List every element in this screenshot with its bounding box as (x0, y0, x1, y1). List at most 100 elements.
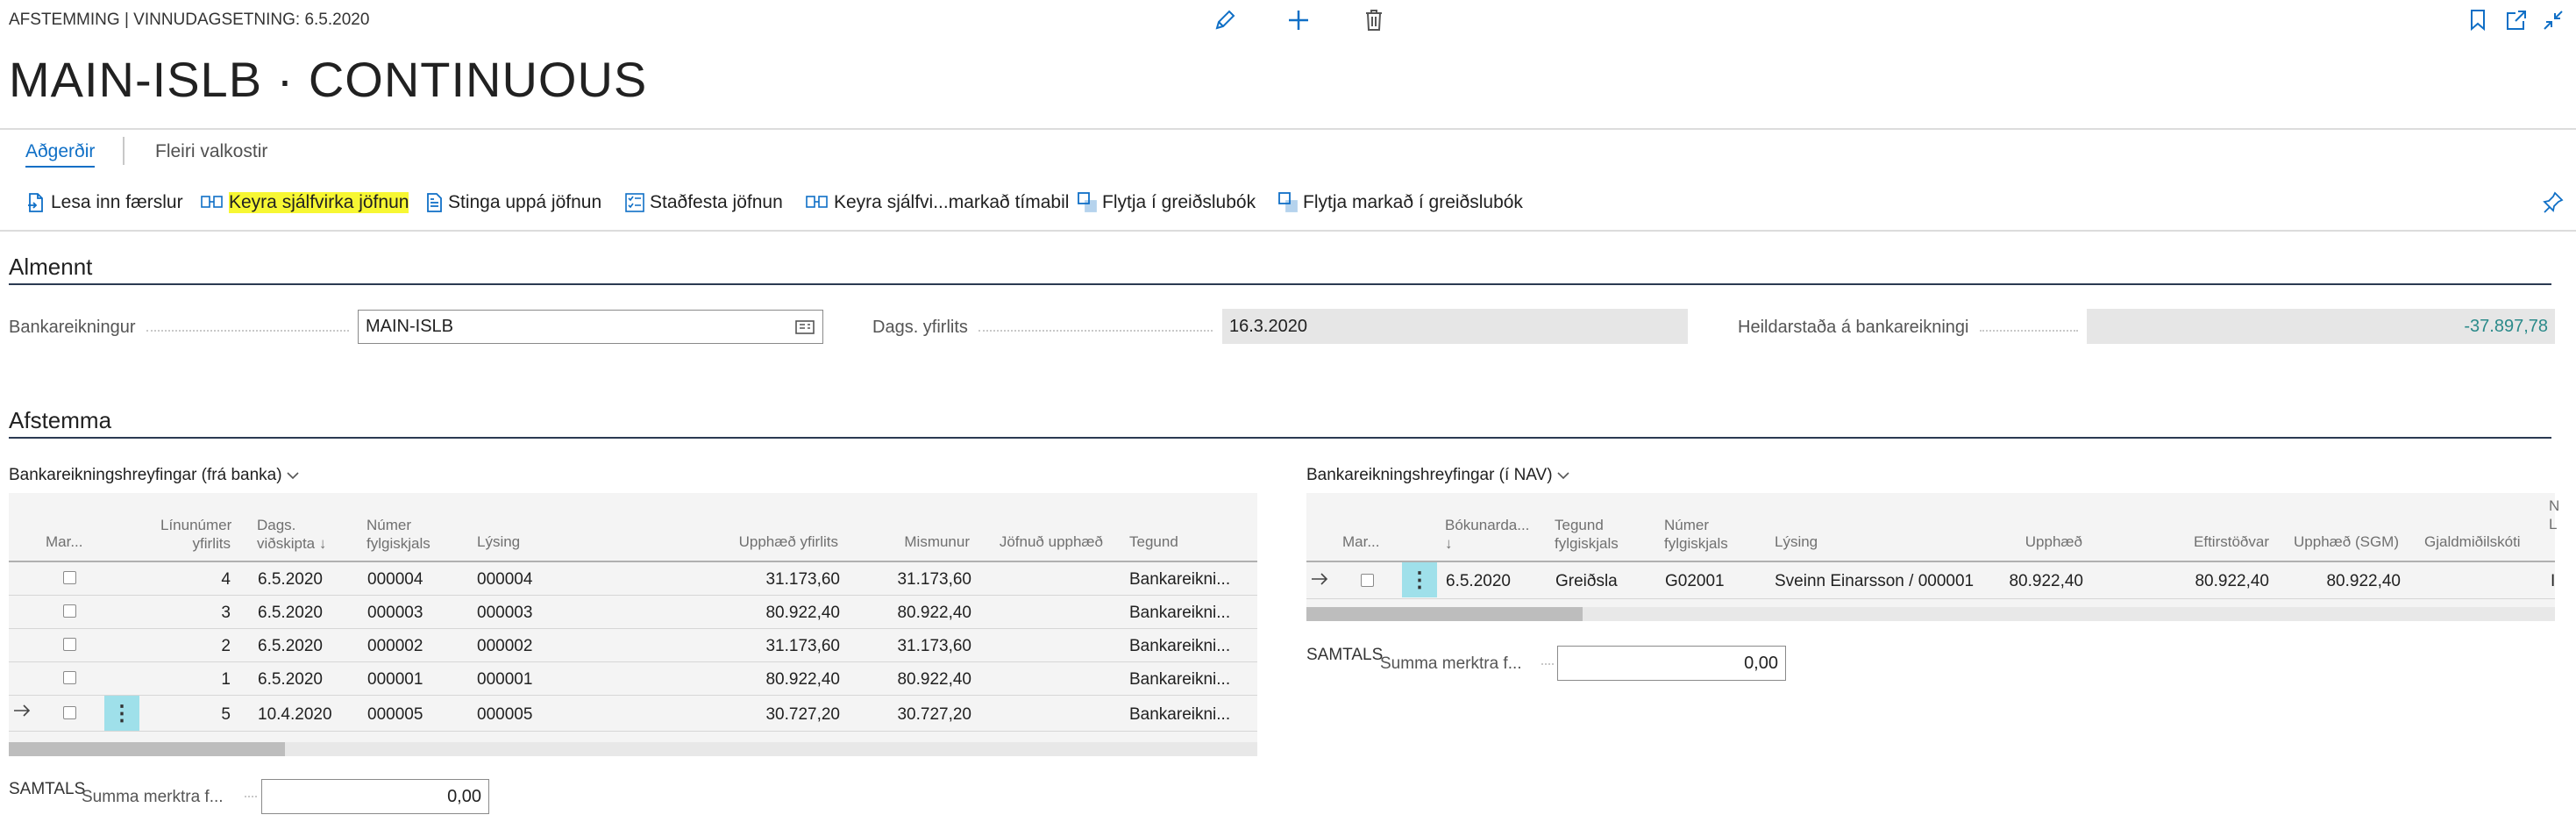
dots (1541, 663, 1554, 665)
col-header-currency[interactable]: Gjaldmiðilskóti (2424, 533, 2521, 551)
col-header-amount-lcy[interactable]: Upphæð (SGM) (2280, 533, 2399, 551)
tab-more-options[interactable]: Fleiri valkostir (155, 141, 267, 162)
transfer-to-journal-button[interactable]: Flytja í greiðslubók (1078, 192, 1256, 213)
col-header-mark[interactable]: Mar... (46, 533, 83, 551)
cell-line: 4 (221, 570, 231, 589)
left-grid-title[interactable]: Bankareikningshreyfingar (frá banka) (9, 466, 300, 485)
cell-diff: 80.922,40 (897, 604, 971, 622)
transfer-icon (1078, 192, 1097, 213)
cell-date: 6.5.2020 (258, 570, 323, 589)
new-icon[interactable] (1287, 9, 1310, 32)
cell-amount: 80.922,40 (765, 604, 840, 622)
row-checkbox[interactable] (63, 604, 76, 618)
right-grid (1306, 493, 2555, 621)
cell-date: 6.5.2020 (258, 604, 323, 622)
pin-icon[interactable] (2543, 191, 2564, 214)
collapse-icon[interactable] (2542, 9, 2565, 32)
col-header-applied[interactable]: Jöfnuð upphæð (991, 533, 1103, 551)
import-icon (26, 192, 46, 213)
col-header-desc[interactable]: Lýsing (477, 533, 520, 551)
cell-date: 6.5.2020 (258, 637, 323, 655)
col-header-posting-date[interactable]: Bókunarda... ↓ (1445, 516, 1529, 553)
transfer-marked-to-journal-button[interactable]: Flytja markað í greiðslubók (1278, 192, 1523, 213)
import-entries-button[interactable]: Lesa inn færslur (26, 192, 183, 213)
cell-doc-type: Greiðsla (1555, 572, 1618, 590)
page-caption: AFSTEMMING | VINNUDAGSETNING: 6.5.2020 (9, 11, 370, 29)
col-header-line[interactable]: Línunúmer yfirlits (160, 516, 231, 553)
lookup-icon[interactable] (794, 319, 815, 335)
cell-date: 10.4.2020 (258, 705, 332, 724)
cell-line: 5 (221, 705, 231, 724)
scrollbar-thumb[interactable] (1306, 607, 1583, 621)
col-header-type[interactable]: Tegund (1129, 533, 1178, 551)
run-auto-match-button[interactable]: Keyra sjálfvirka jöfnun (201, 192, 409, 213)
row-checkbox[interactable] (63, 638, 76, 651)
tab-actions[interactable]: Aðgerðir (25, 141, 96, 168)
col-header-extra[interactable]: NL (2549, 497, 2559, 533)
col-header-date[interactable]: Dags. viðskipta ↓ (257, 516, 326, 553)
scrollbar-thumb[interactable] (9, 742, 285, 756)
cell-doc: 000005 (367, 705, 423, 724)
bank-account-value: MAIN-ISLB (366, 317, 454, 336)
divider (0, 230, 2576, 232)
cell-posting-date: 6.5.2020 (1446, 572, 1511, 590)
cell-doc: 000004 (367, 570, 423, 589)
cell-desc: 000003 (477, 604, 533, 622)
match-icon (201, 195, 224, 211)
balance-field[interactable]: -37.897,78 (2087, 309, 2555, 344)
cell-doc: 000002 (367, 637, 423, 655)
tab-separator (123, 137, 125, 165)
cell-amount: 31.173,60 (765, 570, 840, 589)
cell-type: Bankareikni... (1129, 570, 1231, 589)
row-arrow-icon (1310, 572, 1329, 586)
bookmark-icon[interactable] (2469, 9, 2487, 32)
left-total-label: SAMTALS (9, 780, 86, 798)
row-checkbox[interactable] (63, 706, 76, 719)
run-auto-match-label: Keyra sjálfvirka jöfnun (229, 192, 409, 213)
col-header-doc-type[interactable]: Tegund fylgiskjals (1555, 516, 1619, 553)
suggest-match-button[interactable]: Stinga uppá jöfnun (425, 192, 601, 213)
checklist-icon (625, 193, 644, 212)
cell-diff: 31.173,60 (897, 637, 971, 655)
confirm-match-button[interactable]: Staðfesta jöfnun (625, 192, 783, 213)
col-header-remaining[interactable]: Eftirstöðvar (2166, 533, 2269, 551)
general-heading: Almennt (9, 254, 93, 280)
col-header-doc-no[interactable]: Númer fylgiskjals (1664, 516, 1728, 553)
cell-type: Bankareikni... (1129, 604, 1231, 622)
reconcile-heading: Afstemma (9, 407, 112, 433)
edit-icon[interactable] (1213, 9, 1236, 32)
col-header-desc[interactable]: Lýsing (1775, 533, 1818, 551)
cell-doc-no: G02001 (1665, 572, 1725, 590)
row-checkbox[interactable] (1361, 574, 1374, 587)
col-header-diff[interactable]: Mismunur (877, 533, 970, 551)
col-header-doc[interactable]: Númer fylgiskjals (366, 516, 431, 553)
run-auto-match-period-button[interactable]: Keyra sjálfvi...markað tímabil (806, 192, 1069, 213)
open-new-window-icon[interactable] (2505, 9, 2528, 32)
col-header-amount[interactable]: Upphæð yfirlits (684, 533, 838, 551)
row-actions-icon[interactable]: ⋮ (1402, 562, 1437, 597)
col-header-mark[interactable]: Mar... (1342, 533, 1380, 551)
right-grid-title[interactable]: Bankareikningshreyfingar (í NAV) (1306, 466, 1570, 485)
cell-date: 6.5.2020 (258, 670, 323, 689)
suggest-match-label: Stinga uppá jöfnun (448, 192, 602, 212)
row-divider (9, 628, 1257, 629)
col-header-amount[interactable]: Upphæð (2008, 533, 2082, 551)
divider (0, 128, 2576, 130)
cell-type: Bankareikni... (1129, 637, 1231, 655)
row-actions-icon[interactable]: ⋮ (104, 696, 139, 731)
row-divider (1306, 598, 2555, 599)
delete-icon[interactable] (1363, 9, 1384, 32)
row-divider (9, 661, 1257, 662)
cell-diff: 80.922,40 (897, 670, 971, 689)
section-underline (9, 437, 2551, 439)
cell-line: 3 (221, 604, 231, 622)
run-auto-match-period-label: Keyra sjálfvi...markað tímabil (834, 192, 1070, 212)
statement-date-label: Dags. yfirlits (872, 318, 1223, 338)
row-divider (9, 695, 1257, 696)
bank-account-field[interactable]: MAIN-ISLB (358, 310, 823, 344)
chevron-down-icon (1556, 470, 1570, 481)
suggest-icon (425, 192, 443, 213)
cell-line: 1 (221, 670, 231, 689)
row-checkbox[interactable] (63, 571, 76, 584)
row-checkbox[interactable] (63, 671, 76, 684)
